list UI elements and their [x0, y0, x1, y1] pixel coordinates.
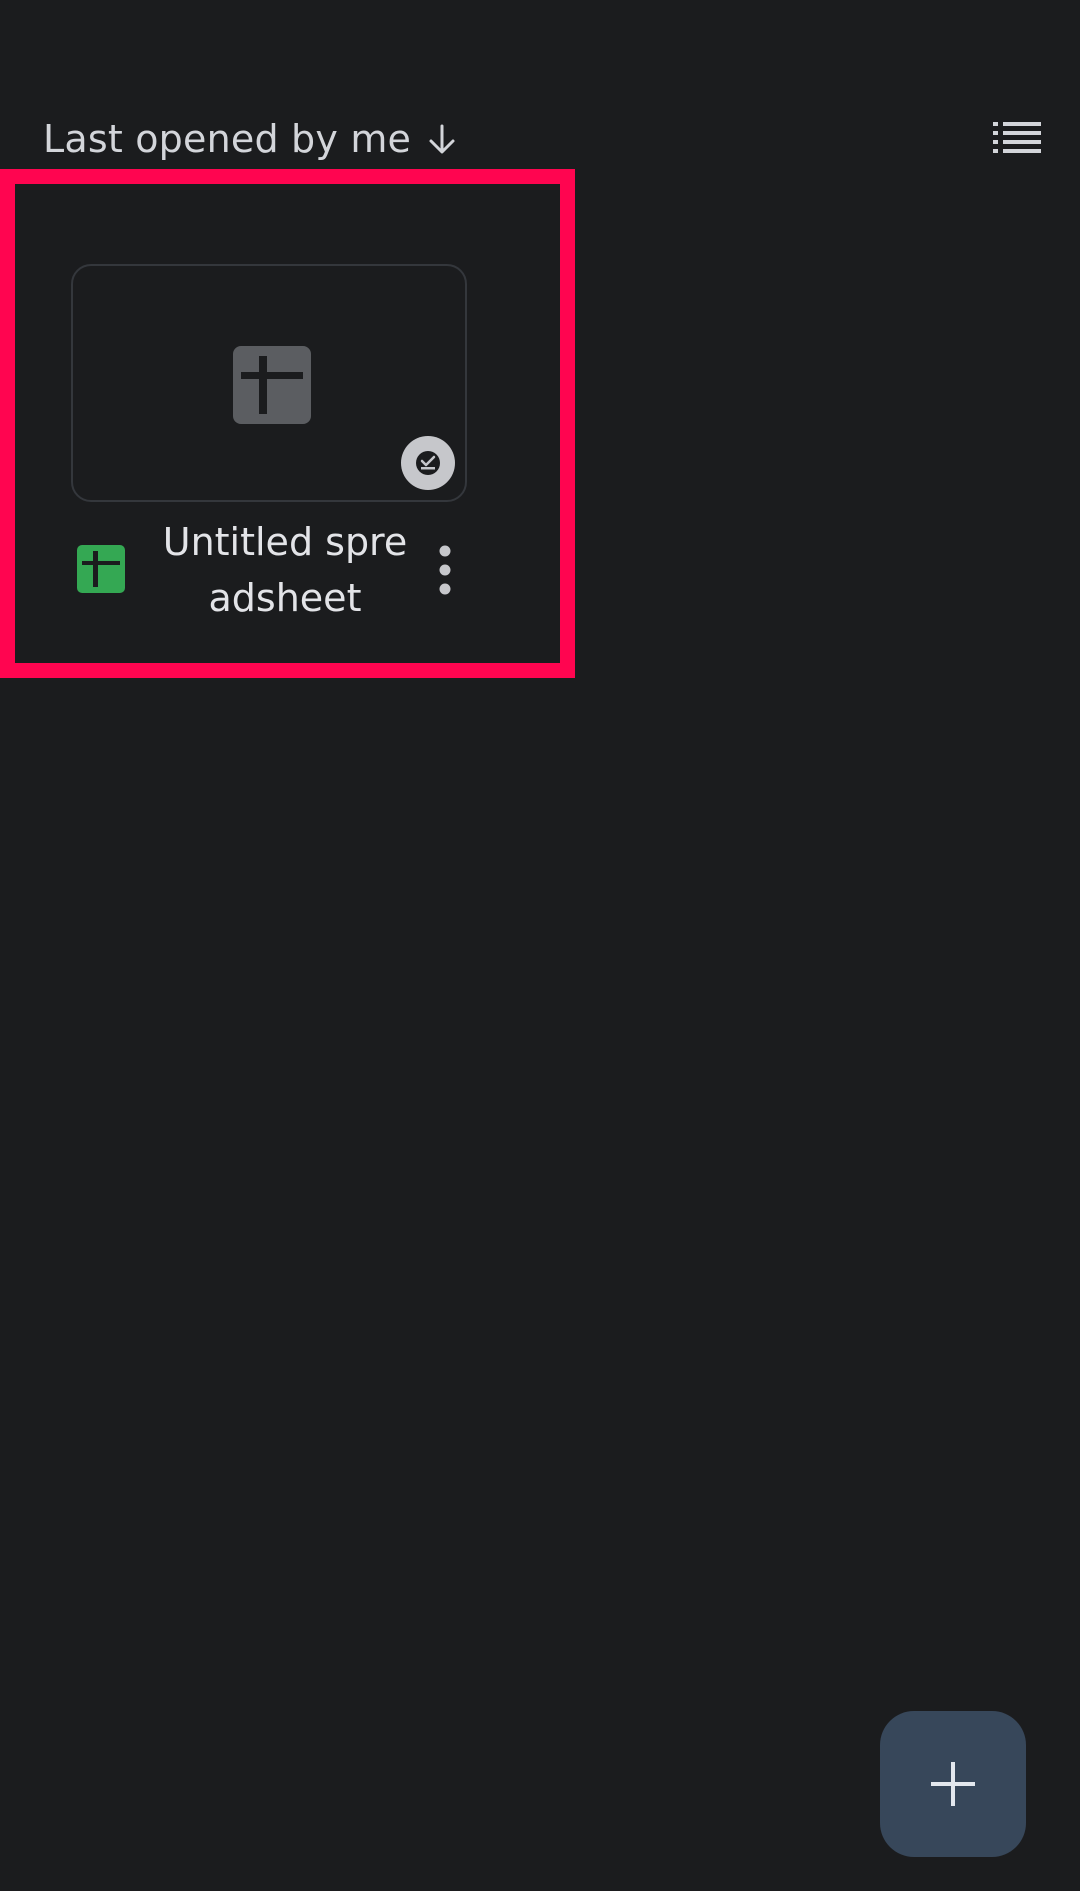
list-view-icon	[993, 122, 1041, 153]
available-offline-icon	[401, 436, 455, 490]
drive-files-screen: Last opened by me Untitled spreadsheet	[0, 0, 1080, 1891]
google-sheets-icon	[77, 545, 125, 593]
file-title: Untitled spreadsheet	[162, 520, 408, 620]
more-options-button[interactable]	[425, 542, 465, 598]
file-thumbnail[interactable]	[71, 264, 467, 502]
create-new-button[interactable]	[880, 1711, 1026, 1857]
plus-icon	[931, 1762, 975, 1806]
sort-label: Last opened by me	[43, 117, 412, 161]
sheets-placeholder-icon	[233, 346, 311, 424]
file-card[interactable]: Untitled spreadsheet	[15, 184, 545, 648]
more-vert-icon	[439, 545, 451, 595]
list-view-button[interactable]	[990, 118, 1044, 158]
sort-selector[interactable]: Last opened by me	[43, 112, 459, 166]
arrow-down-icon	[425, 122, 459, 156]
